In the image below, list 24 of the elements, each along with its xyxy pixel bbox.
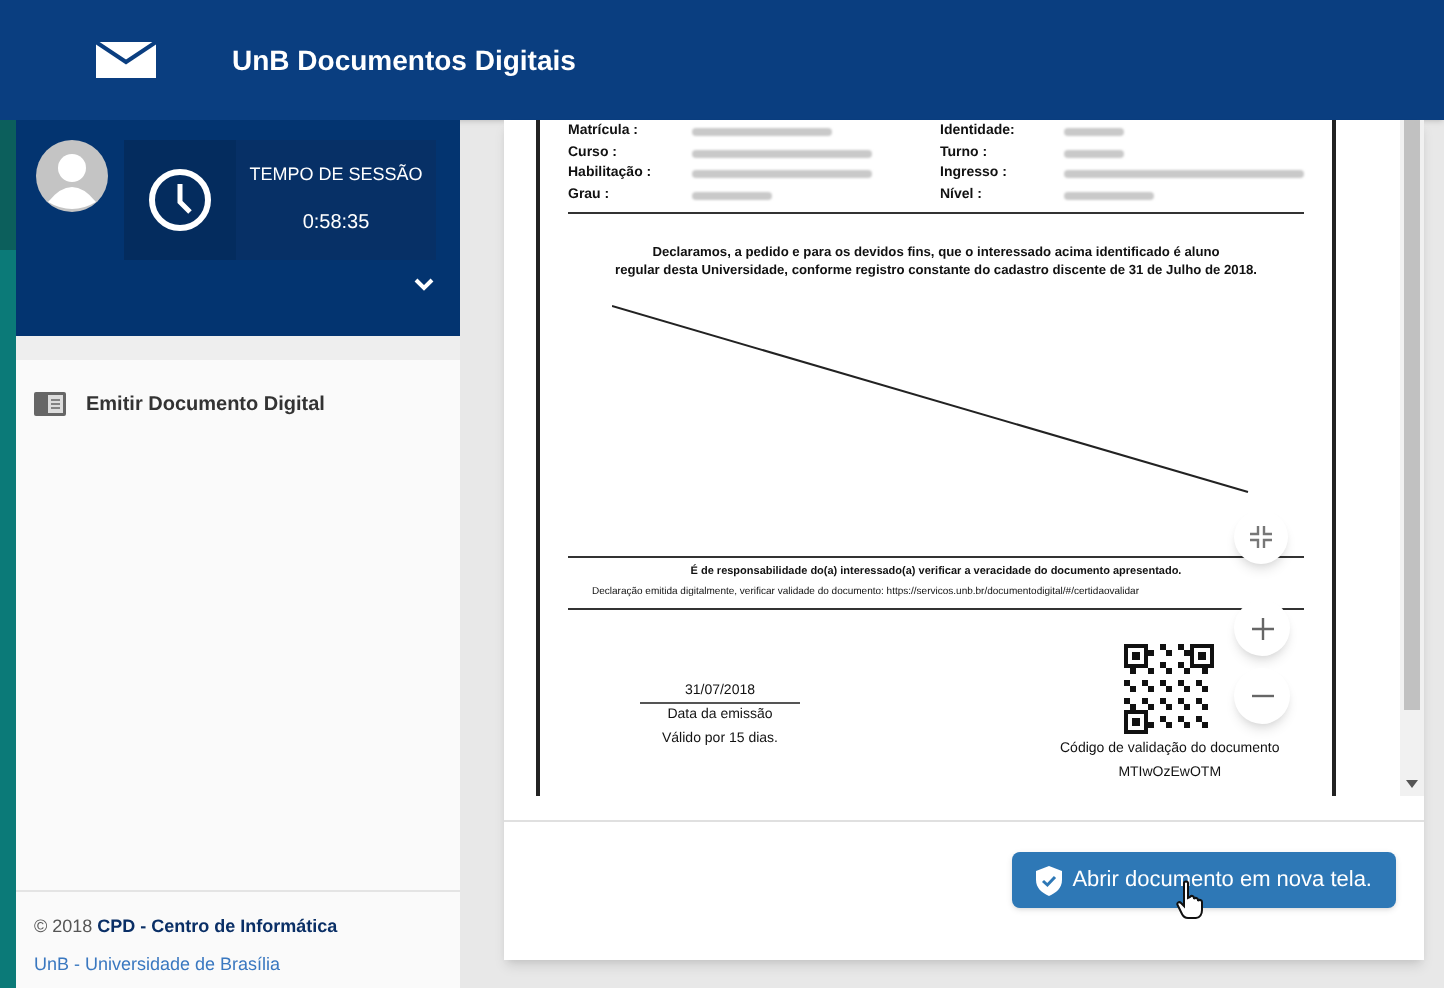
plus-icon (1251, 617, 1273, 639)
session-label: TEMPO DE SESSÃO (249, 161, 423, 188)
shield-check-icon (1036, 865, 1063, 895)
blurred-value (692, 128, 832, 137)
qr-code-icon (1124, 643, 1215, 734)
blurred-value (1064, 191, 1154, 200)
blurred-value (1064, 149, 1124, 158)
copyright-text: © 2018 CPD - Centro de Informática (34, 914, 340, 940)
open-document-button[interactable]: Abrir documento em nova tela. (1012, 852, 1396, 908)
menu-item[interactable]: Emitir Documento Digital (16, 388, 460, 420)
blurred-value (692, 191, 772, 200)
avatar-icon (36, 140, 108, 212)
clock-icon (148, 168, 212, 232)
scrollbar[interactable] (1400, 120, 1424, 796)
minus-icon (1251, 694, 1273, 698)
scroll-down-icon[interactable] (1406, 780, 1418, 788)
app-title: UnB Documentos Digitais (232, 41, 576, 80)
chevron-down-icon[interactable] (414, 278, 434, 292)
shrink-icon (1250, 526, 1272, 548)
document-icon (34, 392, 66, 416)
envelope-icon (96, 42, 156, 78)
university-link[interactable]: UnB - Universidade de Brasília (34, 951, 442, 978)
session-time: 0:58:35 (302, 210, 370, 239)
blurred-value (1064, 128, 1124, 137)
